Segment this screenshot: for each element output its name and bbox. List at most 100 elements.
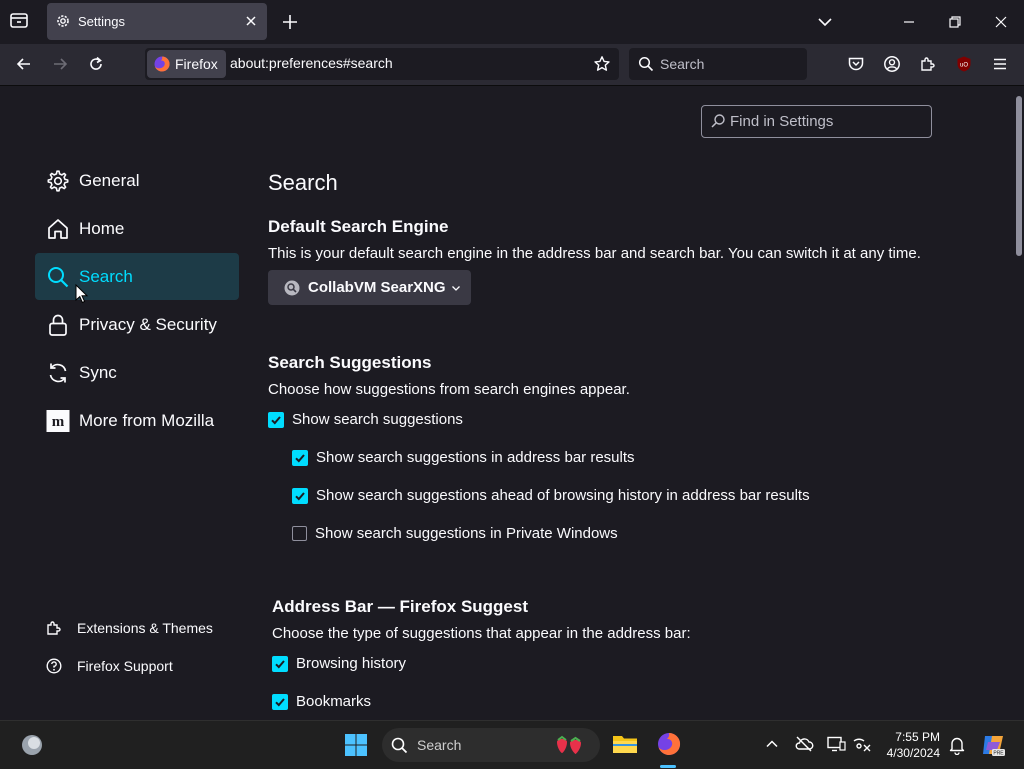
file-explorer-button[interactable] bbox=[612, 732, 638, 756]
suggestions-ahead-checkbox[interactable]: Show search suggestions ahead of browsin… bbox=[292, 487, 810, 504]
tab-overview-icon bbox=[10, 13, 28, 28]
sidebar-item-privacy[interactable]: Privacy & Security bbox=[35, 301, 239, 348]
sidebar-item-label: Home bbox=[79, 218, 125, 238]
sidebar-item-home[interactable]: Home bbox=[35, 205, 239, 252]
copilot-icon: PRE bbox=[983, 736, 1005, 757]
find-placeholder: Find in Settings bbox=[730, 113, 834, 130]
address-bar[interactable]: Firefox about:preferences#search bbox=[145, 48, 619, 80]
address-bar-suggestions-checkbox[interactable]: Show search suggestions in address bar r… bbox=[292, 449, 635, 466]
widgets-button[interactable] bbox=[20, 733, 44, 757]
reload-button[interactable] bbox=[80, 48, 112, 80]
default-engine-value: CollabVM SearXNG bbox=[308, 279, 446, 296]
home-icon bbox=[45, 216, 71, 242]
weather-icon bbox=[22, 735, 42, 755]
search-bar-placeholder: Search bbox=[660, 56, 705, 72]
arrow-left-icon bbox=[16, 58, 30, 70]
chevron-down-icon bbox=[818, 18, 832, 27]
new-tab-button[interactable] bbox=[280, 12, 300, 32]
firefox-support-link[interactable]: Firefox Support bbox=[45, 655, 173, 677]
tab-strip: Settings bbox=[0, 0, 1024, 44]
tab-settings[interactable]: Settings bbox=[47, 3, 267, 40]
checkbox-label: Show search suggestions ahead of browsin… bbox=[316, 487, 810, 504]
checkmark-icon bbox=[271, 415, 281, 424]
windows-logo-icon bbox=[345, 734, 367, 756]
page-title: Search bbox=[268, 170, 338, 195]
network-disconnected-icon bbox=[853, 738, 871, 752]
sidebar-item-sync[interactable]: Sync bbox=[35, 349, 239, 396]
checkbox-checked[interactable] bbox=[292, 449, 308, 466]
notifications-button[interactable] bbox=[948, 735, 966, 755]
private-windows-suggestions-checkbox[interactable]: Show search suggestions in Private Windo… bbox=[292, 525, 618, 542]
restore-icon bbox=[949, 16, 961, 28]
system-clock[interactable]: 7:55 PM 4/30/2024 bbox=[880, 729, 940, 761]
show-hidden-icons-button[interactable] bbox=[764, 736, 780, 752]
copilot-button[interactable]: PRE bbox=[980, 732, 1006, 758]
network-volume-button[interactable] bbox=[852, 735, 872, 753]
ublock-button[interactable]: uO bbox=[948, 48, 980, 80]
sidebar-item-general[interactable]: General bbox=[35, 157, 239, 204]
sidebar-item-label: Sync bbox=[79, 362, 117, 382]
app-menu-button[interactable] bbox=[984, 48, 1016, 80]
start-button[interactable] bbox=[344, 733, 368, 757]
star-icon bbox=[594, 56, 610, 71]
checkbox-checked[interactable] bbox=[292, 487, 308, 504]
tab-list-dropdown[interactable] bbox=[816, 13, 834, 31]
checkbox-label: Show search suggestions in address bar r… bbox=[316, 449, 635, 466]
tab-title: Settings bbox=[78, 14, 125, 29]
extensions-themes-link[interactable]: Extensions & Themes bbox=[45, 617, 213, 639]
clock-time: 7:55 PM bbox=[895, 730, 940, 744]
onedrive-button[interactable] bbox=[794, 735, 814, 753]
checkbox-checked[interactable] bbox=[272, 655, 288, 672]
default-engine-dropdown[interactable]: CollabVM SearXNG bbox=[268, 270, 471, 305]
firefox-suggest-heading: Address Bar — Firefox Suggest bbox=[272, 597, 529, 616]
pocket-icon bbox=[848, 57, 864, 71]
display-button[interactable] bbox=[826, 735, 846, 753]
minimize-button[interactable] bbox=[900, 13, 918, 31]
reload-icon bbox=[90, 56, 102, 70]
close-window-button[interactable] bbox=[992, 13, 1010, 31]
taskbar-search-box[interactable]: Search bbox=[382, 728, 600, 762]
checkmark-icon bbox=[295, 491, 305, 500]
monitor-icon bbox=[827, 736, 846, 752]
checkbox-unchecked[interactable] bbox=[292, 526, 307, 541]
firefox-taskbar-button[interactable] bbox=[656, 731, 682, 757]
forward-button[interactable] bbox=[44, 48, 76, 80]
checkbox-label: Bookmarks bbox=[296, 693, 372, 710]
bookmark-star-button[interactable] bbox=[593, 55, 611, 73]
checkbox-label: Browsing history bbox=[296, 655, 407, 672]
sidebar-item-more-from-mozilla[interactable]: m More from Mozilla bbox=[35, 397, 239, 444]
checkbox-checked[interactable] bbox=[268, 411, 284, 428]
checkbox-checked[interactable] bbox=[272, 693, 288, 710]
bookmarks-checkbox[interactable]: Bookmarks bbox=[272, 693, 371, 710]
gear-icon bbox=[55, 13, 71, 29]
checkbox-label: Show search suggestions bbox=[292, 411, 463, 428]
sidebar-item-label: General bbox=[79, 170, 140, 190]
suggestions-heading: Search Suggestions bbox=[268, 353, 432, 372]
find-in-settings-input[interactable]: Find in Settings bbox=[701, 105, 932, 138]
scrollbar-thumb[interactable] bbox=[1016, 96, 1022, 256]
search-bar[interactable]: Search bbox=[629, 48, 807, 80]
list-all-tabs-button[interactable] bbox=[8, 10, 30, 32]
show-suggestions-checkbox[interactable]: Show search suggestions bbox=[268, 411, 463, 428]
search-icon bbox=[638, 56, 654, 72]
ublock-origin-icon: uO bbox=[957, 56, 971, 72]
browsing-history-checkbox[interactable]: Browsing history bbox=[272, 655, 406, 672]
pocket-button[interactable] bbox=[840, 48, 872, 80]
back-button[interactable] bbox=[8, 48, 40, 80]
chevron-up-icon bbox=[766, 740, 778, 748]
help-icon bbox=[46, 658, 62, 674]
url-text[interactable]: about:preferences#search bbox=[230, 55, 393, 71]
checkmark-icon bbox=[275, 697, 285, 706]
restore-button[interactable] bbox=[946, 13, 964, 31]
extensions-button[interactable] bbox=[912, 48, 944, 80]
search-icon bbox=[710, 113, 726, 129]
close-tab-button[interactable] bbox=[243, 13, 259, 29]
account-button[interactable] bbox=[876, 48, 908, 80]
identity-box[interactable]: Firefox bbox=[147, 50, 226, 78]
identity-label: Firefox bbox=[175, 56, 218, 72]
sidebar-item-search[interactable]: Search bbox=[35, 253, 239, 300]
plus-icon bbox=[283, 15, 297, 29]
svg-text:m: m bbox=[52, 414, 65, 430]
search-icon bbox=[391, 737, 408, 754]
close-icon bbox=[995, 16, 1007, 28]
